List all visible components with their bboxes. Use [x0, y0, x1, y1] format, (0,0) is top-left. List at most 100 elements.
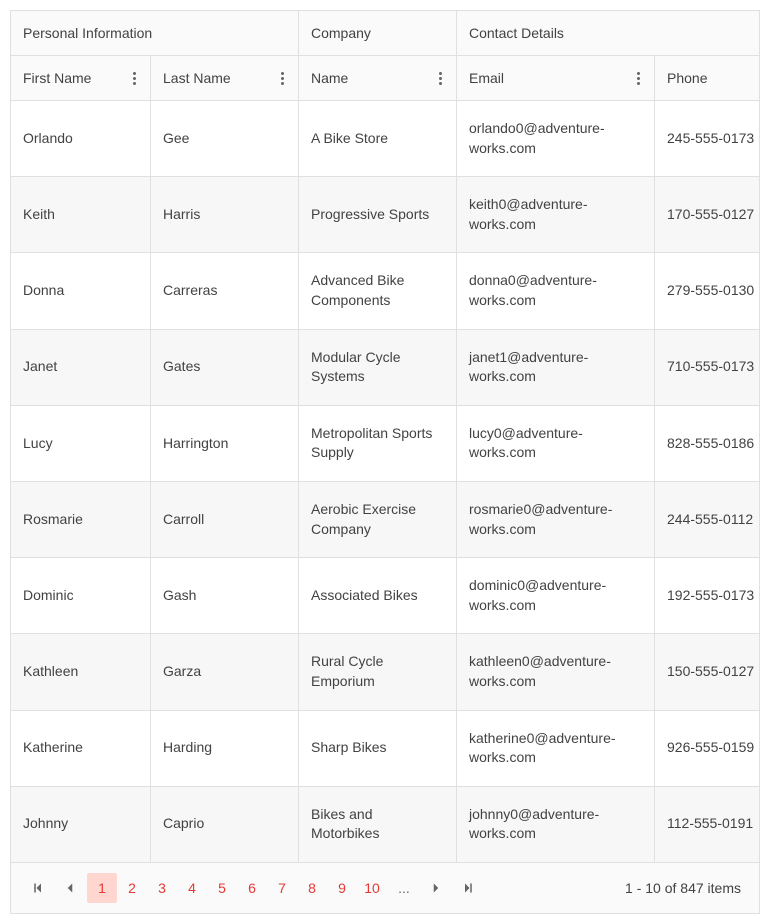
cell-firstname: Dominic [11, 558, 151, 633]
cell-phone: 150-555-0127 [655, 634, 760, 709]
first-page-button[interactable] [23, 873, 53, 903]
table-row[interactable]: DonnaCarrerasAdvanced Bike Componentsdon… [11, 253, 759, 329]
page-number-6[interactable]: 6 [237, 873, 267, 903]
cell-company: Rural Cycle Emporium [299, 634, 457, 709]
column-header-row: First Name Last Name Name Email Phone [11, 56, 759, 101]
next-page-button[interactable] [421, 873, 451, 903]
column-header-phone[interactable]: Phone [655, 56, 760, 100]
cell-phone: 710-555-0173 [655, 330, 760, 405]
page-number-7[interactable]: 7 [267, 873, 297, 903]
page-number-5[interactable]: 5 [207, 873, 237, 903]
cell-phone: 926-555-0159 [655, 711, 760, 786]
cell-phone: 279-555-0130 [655, 253, 760, 328]
cell-company: Bikes and Motorbikes [299, 787, 457, 862]
cell-firstname: Rosmarie [11, 482, 151, 557]
page-number-3[interactable]: 3 [147, 873, 177, 903]
cell-lastname: Harding [151, 711, 299, 786]
last-page-button[interactable] [453, 873, 483, 903]
page-number-9[interactable]: 9 [327, 873, 357, 903]
cell-phone: 828-555-0186 [655, 406, 760, 481]
cell-firstname: Orlando [11, 101, 151, 176]
cell-lastname: Harris [151, 177, 299, 252]
table-row[interactable]: OrlandoGeeA Bike Storeorlando0@adventure… [11, 101, 759, 177]
column-label: Email [469, 70, 504, 86]
table-row[interactable]: JohnnyCaprioBikes and Motorbikesjohnny0@… [11, 787, 759, 863]
column-header-company[interactable]: Name [299, 56, 457, 100]
cell-email: katherine0@adventure-works.com [457, 711, 655, 786]
first-page-icon [32, 882, 44, 894]
cell-email: orlando0@adventure-works.com [457, 101, 655, 176]
cell-firstname: Johnny [11, 787, 151, 862]
pager-info: 1 - 10 of 847 items [625, 880, 747, 896]
column-label: First Name [23, 70, 91, 86]
prev-page-button[interactable] [55, 873, 85, 903]
table-row[interactable]: RosmarieCarrollAerobic Exercise Companyr… [11, 482, 759, 558]
group-header-row: Personal Information Company Contact Det… [11, 11, 759, 56]
cell-phone: 244-555-0112 [655, 482, 760, 557]
cell-phone: 245-555-0173 [655, 101, 760, 176]
table-row[interactable]: LucyHarringtonMetropolitan Sports Supply… [11, 406, 759, 482]
cell-phone: 192-555-0173 [655, 558, 760, 633]
column-menu-icon[interactable] [437, 72, 444, 85]
cell-company: Advanced Bike Components [299, 253, 457, 328]
data-grid: Personal Information Company Contact Det… [10, 10, 760, 914]
cell-company: Modular Cycle Systems [299, 330, 457, 405]
pager: 12345678910 ... 1 - 10 of 847 items [11, 863, 759, 913]
cell-firstname: Keith [11, 177, 151, 252]
column-label: Name [311, 70, 348, 86]
cell-company: Associated Bikes [299, 558, 457, 633]
pager-nav: 12345678910 ... [23, 873, 483, 903]
page-number-2[interactable]: 2 [117, 873, 147, 903]
cell-lastname: Gates [151, 330, 299, 405]
cell-company: A Bike Store [299, 101, 457, 176]
cell-company: Aerobic Exercise Company [299, 482, 457, 557]
next-page-icon [430, 882, 442, 894]
cell-lastname: Carreras [151, 253, 299, 328]
column-label: Phone [667, 70, 707, 86]
cell-lastname: Garza [151, 634, 299, 709]
column-header-lastname[interactable]: Last Name [151, 56, 299, 100]
cell-lastname: Gee [151, 101, 299, 176]
cell-firstname: Katherine [11, 711, 151, 786]
pager-pages: 12345678910 [87, 873, 387, 903]
cell-firstname: Janet [11, 330, 151, 405]
cell-firstname: Lucy [11, 406, 151, 481]
cell-email: rosmarie0@adventure-works.com [457, 482, 655, 557]
cell-company: Sharp Bikes [299, 711, 457, 786]
cell-firstname: Donna [11, 253, 151, 328]
table-row[interactable]: DominicGashAssociated Bikesdominic0@adve… [11, 558, 759, 634]
grid-body: OrlandoGeeA Bike Storeorlando0@adventure… [11, 101, 759, 863]
cell-email: keith0@adventure-works.com [457, 177, 655, 252]
cell-company: Progressive Sports [299, 177, 457, 252]
cell-lastname: Carroll [151, 482, 299, 557]
cell-lastname: Gash [151, 558, 299, 633]
column-menu-icon[interactable] [635, 72, 642, 85]
table-row[interactable]: KathleenGarzaRural Cycle Emporiumkathlee… [11, 634, 759, 710]
cell-email: donna0@adventure-works.com [457, 253, 655, 328]
table-row[interactable]: KatherineHardingSharp Bikeskatherine0@ad… [11, 711, 759, 787]
pager-ellipsis[interactable]: ... [389, 873, 419, 903]
column-menu-icon[interactable] [279, 72, 286, 85]
cell-firstname: Kathleen [11, 634, 151, 709]
column-header-email[interactable]: Email [457, 56, 655, 100]
page-number-8[interactable]: 8 [297, 873, 327, 903]
table-row[interactable]: KeithHarrisProgressive Sportskeith0@adve… [11, 177, 759, 253]
prev-page-icon [64, 882, 76, 894]
column-header-firstname[interactable]: First Name [11, 56, 151, 100]
cell-email: kathleen0@adventure-works.com [457, 634, 655, 709]
page-number-1[interactable]: 1 [87, 873, 117, 903]
page-number-10[interactable]: 10 [357, 873, 387, 903]
group-header-contact: Contact Details [457, 11, 760, 55]
page-number-4[interactable]: 4 [177, 873, 207, 903]
cell-email: dominic0@adventure-works.com [457, 558, 655, 633]
cell-email: johnny0@adventure-works.com [457, 787, 655, 862]
cell-phone: 112-555-0191 [655, 787, 760, 862]
last-page-icon [462, 882, 474, 894]
group-header-company: Company [299, 11, 457, 55]
cell-lastname: Caprio [151, 787, 299, 862]
cell-email: lucy0@adventure-works.com [457, 406, 655, 481]
table-row[interactable]: JanetGatesModular Cycle Systemsjanet1@ad… [11, 330, 759, 406]
cell-lastname: Harrington [151, 406, 299, 481]
cell-email: janet1@adventure-works.com [457, 330, 655, 405]
column-menu-icon[interactable] [131, 72, 138, 85]
